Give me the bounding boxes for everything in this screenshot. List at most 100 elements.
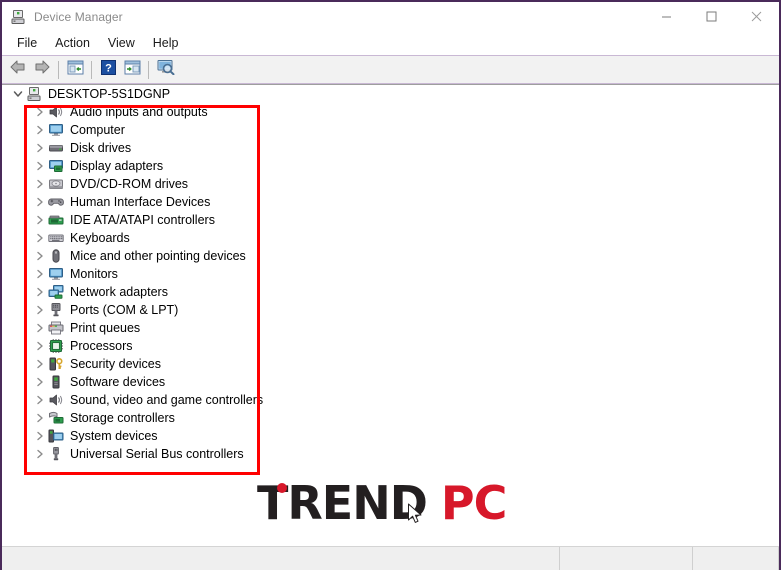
chevron-right-icon[interactable] (32, 104, 48, 120)
chevron-right-icon[interactable] (32, 356, 48, 372)
tree-row[interactable]: Human Interface Devices (2, 193, 779, 211)
chevron-right-icon[interactable] (32, 122, 48, 138)
forward-button[interactable] (30, 58, 54, 82)
chevron-right-icon[interactable] (32, 140, 48, 156)
chevron-right-icon[interactable] (32, 302, 48, 318)
scan-hardware-button[interactable] (153, 58, 177, 82)
title-bar: Device Manager (2, 2, 779, 32)
tree-item-label: Software devices (70, 375, 166, 389)
tree-item-label: Ports (COM & LPT) (70, 303, 179, 317)
toolbar-separator-3 (148, 60, 149, 79)
menu-item-view[interactable]: View (99, 34, 144, 53)
tree-item-label: Mice and other pointing devices (70, 249, 246, 263)
speaker-icon (48, 104, 64, 120)
properties-icon (67, 60, 84, 80)
tree-row[interactable]: Processors (2, 337, 779, 355)
device-tree: DESKTOP-5S1DGNP Audio inputs and outputs (2, 85, 779, 463)
tree-row[interactable]: DVD/CD-ROM drives (2, 175, 779, 193)
ide-controller-icon (48, 212, 64, 228)
tree-item-label: Monitors (70, 267, 118, 281)
toolbar-separator-1 (58, 60, 59, 79)
chevron-right-icon[interactable] (32, 410, 48, 426)
tree-row[interactable]: Sound, video and game controllers (2, 391, 779, 409)
tree-row[interactable]: System devices (2, 427, 779, 445)
svg-text:?: ? (105, 62, 112, 74)
update-driver-icon (124, 60, 141, 80)
tree-item-label: DVD/CD-ROM drives (70, 177, 189, 191)
mouse-icon (48, 248, 64, 264)
tree-row-root[interactable]: DESKTOP-5S1DGNP (2, 85, 779, 103)
chevron-right-icon[interactable] (32, 176, 48, 192)
network-adapter-icon (48, 284, 64, 300)
storage-controller-icon (48, 410, 64, 426)
help-button[interactable]: ? (96, 58, 120, 82)
security-device-icon (48, 356, 64, 372)
system-device-icon (48, 428, 64, 444)
chevron-right-icon[interactable] (32, 374, 48, 390)
chevron-right-icon[interactable] (32, 284, 48, 300)
chevron-down-icon[interactable] (10, 86, 26, 102)
device-manager-window: Device Manager File Action View Help ? D… (0, 0, 781, 570)
minimize-button[interactable] (644, 2, 689, 32)
chevron-right-icon[interactable] (32, 194, 48, 210)
tree-row[interactable]: Disk drives (2, 139, 779, 157)
forward-arrow-icon (33, 59, 51, 80)
tree-row[interactable]: Software devices (2, 373, 779, 391)
tree-row[interactable]: Storage controllers (2, 409, 779, 427)
status-pane-tertiary (693, 547, 779, 570)
device-tree-panel[interactable]: DESKTOP-5S1DGNP Audio inputs and outputs (2, 84, 779, 546)
tree-item-label: Processors (70, 339, 133, 353)
chevron-right-icon[interactable] (32, 158, 48, 174)
toolbar-separator-2 (91, 60, 92, 79)
tree-row[interactable]: Mice and other pointing devices (2, 247, 779, 265)
close-button[interactable] (734, 2, 779, 32)
tree-row[interactable]: Display adapters (2, 157, 779, 175)
tree-item-label: Security devices (70, 357, 162, 371)
minimize-icon (661, 11, 672, 24)
trend-pc-watermark: TREND PC (257, 480, 507, 526)
menu-item-file[interactable]: File (8, 34, 46, 53)
tree-row[interactable]: Ports (COM & LPT) (2, 301, 779, 319)
chevron-right-icon[interactable] (32, 212, 48, 228)
tree-row[interactable]: IDE ATA/ATAPI controllers (2, 211, 779, 229)
mouse-pointer-icon (407, 488, 425, 523)
update-driver-button[interactable] (120, 58, 144, 82)
tree-row[interactable]: Print queues (2, 319, 779, 337)
tree-item-label: Print queues (70, 321, 141, 335)
tree-row[interactable]: Audio inputs and outputs (2, 103, 779, 121)
maximize-button[interactable] (689, 2, 734, 32)
back-button[interactable] (6, 58, 30, 82)
chevron-right-icon[interactable] (32, 320, 48, 336)
monitor-icon (48, 122, 64, 138)
tree-row[interactable]: Universal Serial Bus controllers (2, 445, 779, 463)
tree-row[interactable]: Computer (2, 121, 779, 139)
tree-row[interactable]: Monitors (2, 265, 779, 283)
help-icon: ? (100, 59, 116, 80)
tree-row[interactable]: Keyboards (2, 229, 779, 247)
chevron-right-icon[interactable] (32, 338, 48, 354)
computer-icon (26, 86, 42, 102)
chevron-right-icon[interactable] (32, 266, 48, 282)
chevron-right-icon[interactable] (32, 248, 48, 264)
tree-item-label: IDE ATA/ATAPI controllers (70, 213, 215, 227)
tree-row[interactable]: Security devices (2, 355, 779, 373)
tree-item-label: Display adapters (70, 159, 164, 173)
menu-item-help[interactable]: Help (144, 34, 188, 53)
tree-item-label: Computer (70, 123, 125, 137)
caption-button-group (644, 2, 779, 32)
optical-drive-icon (48, 176, 64, 192)
tree-row[interactable]: Network adapters (2, 283, 779, 301)
status-pane-secondary (560, 547, 693, 570)
menu-item-action[interactable]: Action (46, 34, 99, 53)
chevron-right-icon[interactable] (32, 428, 48, 444)
tree-item-label: Universal Serial Bus controllers (70, 447, 244, 461)
gamepad-icon (48, 194, 64, 210)
monitor-icon (48, 266, 64, 282)
close-icon (751, 11, 762, 24)
chevron-right-icon[interactable] (32, 446, 48, 462)
tree-item-label: Storage controllers (70, 411, 175, 425)
properties-button[interactable] (63, 58, 87, 82)
chevron-right-icon[interactable] (32, 392, 48, 408)
usb-icon (48, 446, 64, 462)
chevron-right-icon[interactable] (32, 230, 48, 246)
